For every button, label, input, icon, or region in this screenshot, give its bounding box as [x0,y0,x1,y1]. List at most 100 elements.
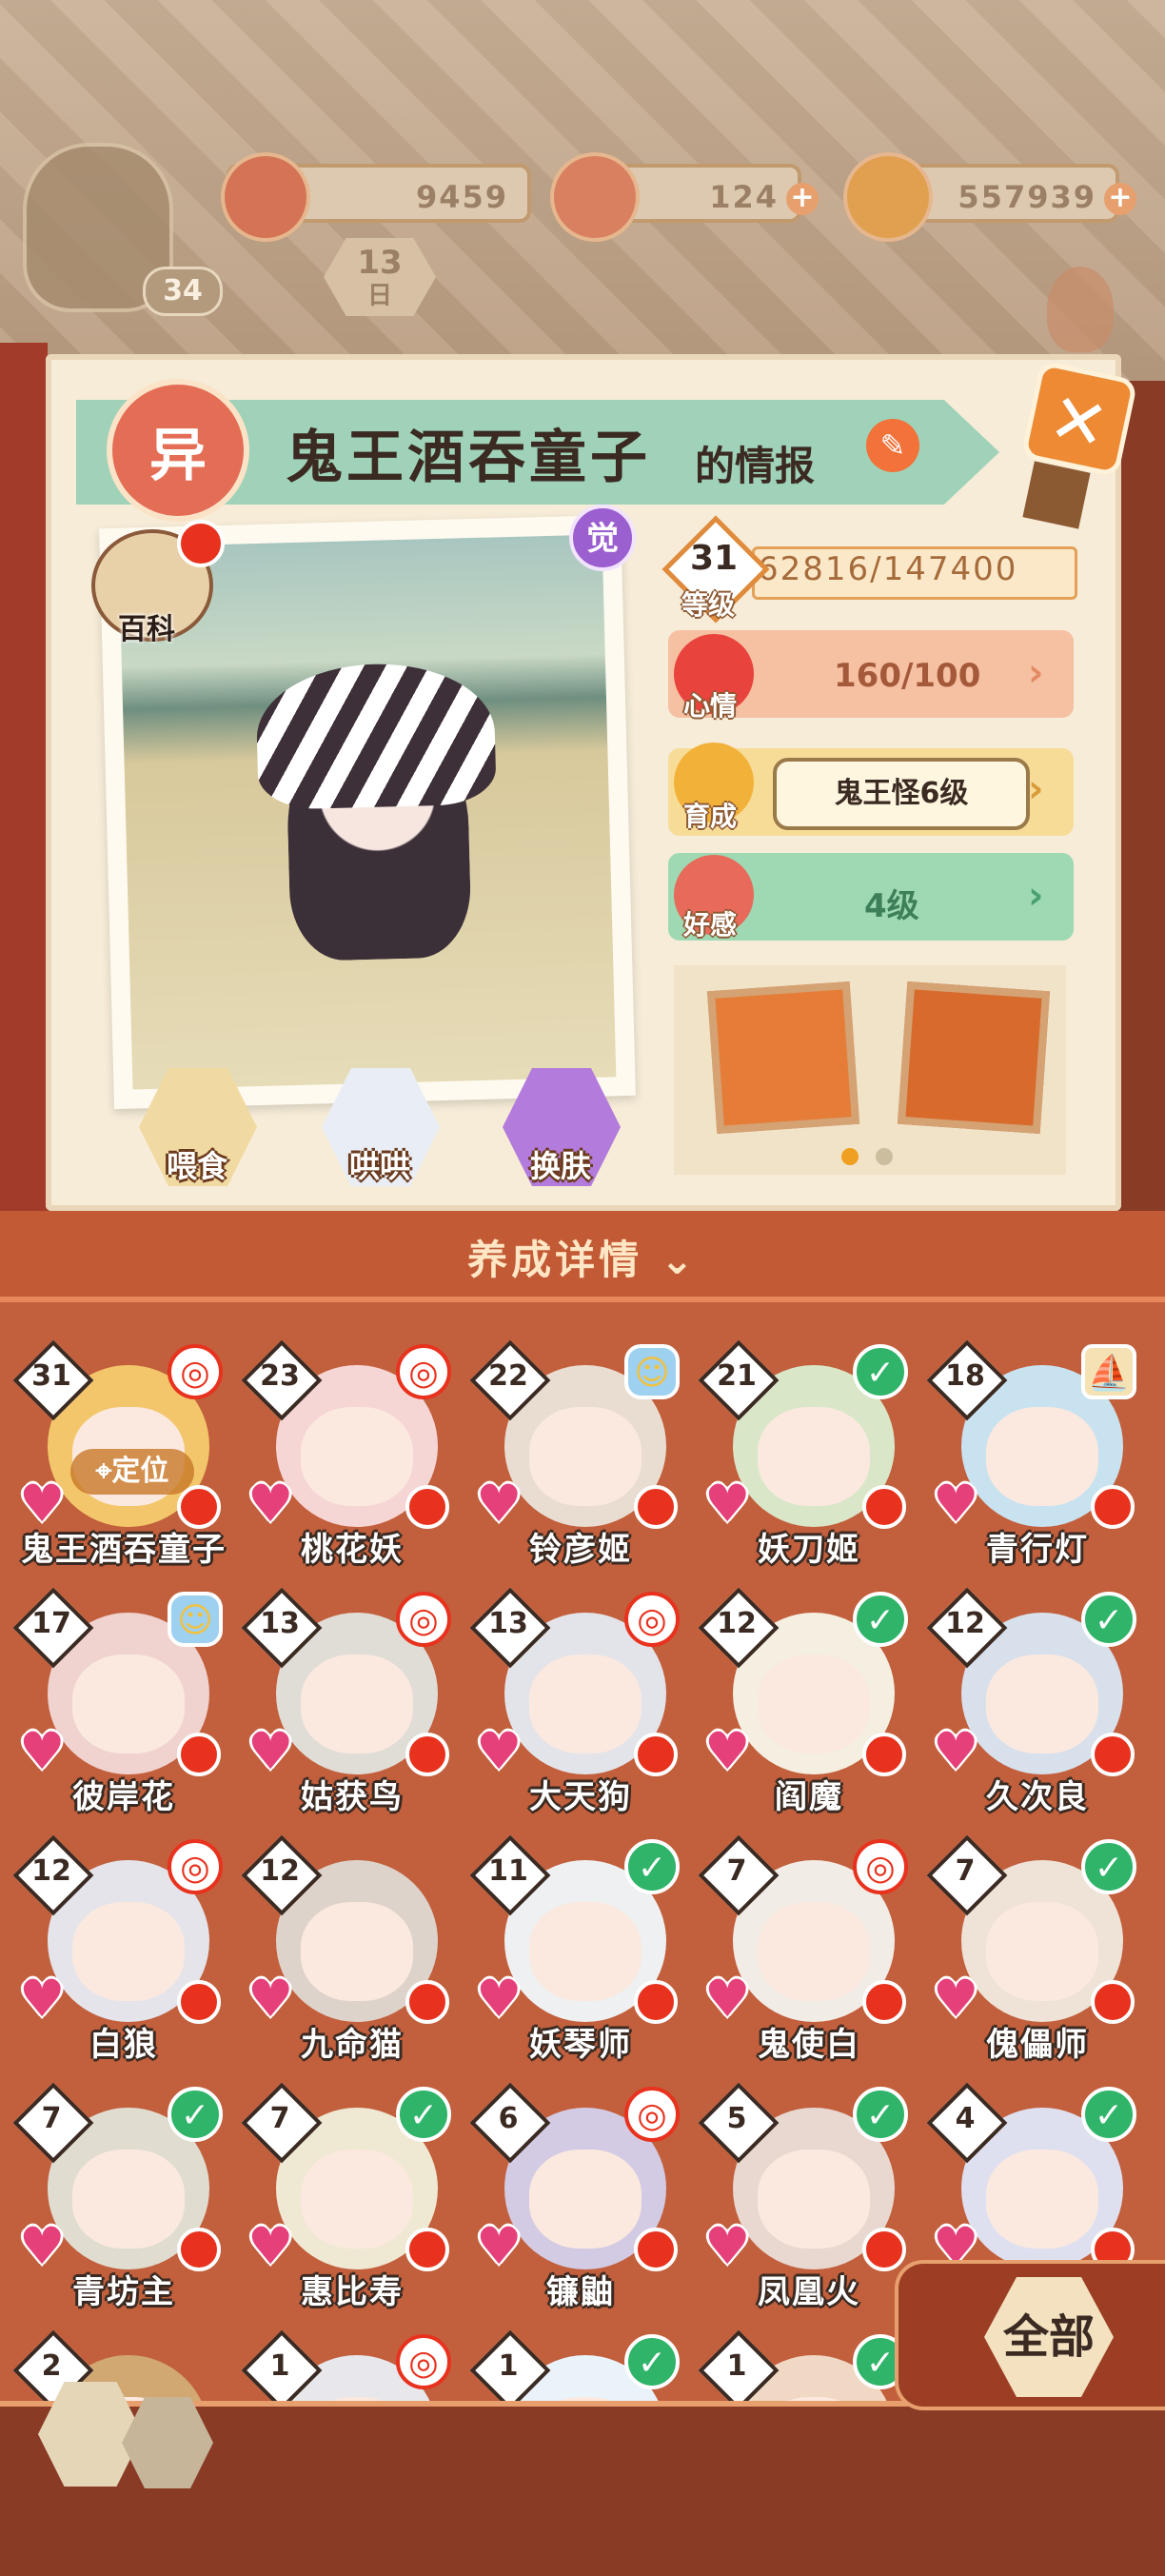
chevron-right-icon: › [1028,874,1044,918]
character-card[interactable]: 21 ✓ ♥ 妖刀姬 [695,1337,908,1575]
character-name: 青坊主 [72,2273,175,2311]
character-card[interactable]: 23 ◎ ♥ 桃花妖 [238,1337,451,1575]
check-status-icon: ✓ [853,1592,908,1647]
favorite-food-card[interactable] [706,981,860,1135]
mood-label: 心情 [683,690,738,722]
character-level: 4 [955,2102,976,2135]
character-card[interactable]: 17 ☺ ♥ 彼岸花 [10,1584,223,1822]
character-card[interactable]: 7 ◎ ♥ 鬼使白 [695,1832,908,2070]
ring-status-icon: ◎ [396,1344,451,1399]
character-card[interactable]: 11 ✓ ♥ 妖琴师 [466,1832,680,2070]
character-name: 桃花妖 [301,1531,404,1569]
day-unit: 日 [366,282,392,310]
heart-icon: ♥ [704,1969,751,2029]
check-status-icon: ✓ [168,2087,223,2142]
character-level: 2 [41,2349,62,2383]
character-face [758,1655,870,1754]
heart-icon: ♥ [476,1474,523,1534]
ring-status-icon: ◎ [624,1592,680,1647]
heart-icon: ♥ [247,1474,294,1534]
character-face [301,1407,413,1506]
change-skin-label: 换肤 [529,1148,591,1184]
affinity-value: 4级 [864,887,919,925]
character-name: 鬼王酒吞童子 [21,1531,227,1569]
character-card[interactable]: 5 ✓ ♥ 凤凰火 [695,2079,908,2317]
character-level: 18 [945,1359,985,1393]
character-name: 镰鼬 [546,2273,615,2311]
character-face [986,1655,1098,1754]
character-level: 7 [955,1854,976,1888]
add-magatama-button[interactable]: + [786,183,819,215]
character-level: 1 [498,2349,519,2383]
heart-icon: ♥ [704,1474,751,1534]
heart-icon: ♥ [19,1969,66,2029]
ring-status-icon: ◎ [168,1839,223,1894]
player-level-badge: 34 [143,267,223,316]
character-card[interactable]: 7 ✓ ♥ 傀儡师 [923,1832,1136,2070]
coin-icon [843,152,933,242]
awaken-badge: 觉 [569,505,636,571]
close-button[interactable]: ✕ [1020,360,1138,478]
character-card[interactable]: 31 ◎ ⌖定位 ♥ 鬼王酒吞童子 [10,1337,225,1575]
mood-value: 160/100 [834,657,981,695]
character-level: 12 [717,1607,757,1640]
character-card[interactable]: 12 ✓ ♥ 阎魔 [695,1584,908,1822]
character-card[interactable]: 12 ♥ 九命猫 [238,1832,449,2070]
character-card[interactable]: 1 ✓ [695,2327,908,2407]
character-card[interactable]: 7 ✓ ♥ 青坊主 [10,2079,223,2317]
character-face [72,2150,185,2249]
check-status-icon: ✓ [853,2087,908,2142]
character-name: 铃彦姬 [529,1531,632,1569]
page-dot-active [841,1148,859,1165]
character-face [529,2150,642,2249]
check-status-icon: ✓ [624,2334,680,2389]
character-card[interactable]: 1 ✓ [466,2327,680,2407]
character-level: 31 [31,1359,71,1393]
heart-icon: ♥ [704,2216,751,2276]
day-number: 13 [357,244,403,282]
add-coin-button[interactable]: + [1104,183,1136,215]
magatama-icon [550,152,640,242]
character-card[interactable]: 1 ◎ [238,2327,451,2407]
character-card[interactable]: 22 ☺ ♥ 铃彦姬 [466,1337,680,1575]
character-name: 凤凰火 [758,2273,860,2311]
locate-button[interactable]: ⌖定位 [70,1449,194,1495]
coax-label: 哄哄 [348,1148,410,1184]
heart-icon: ♥ [933,1969,979,2029]
check-status-icon: ✓ [1081,1592,1136,1647]
heart-icon: ♥ [476,2216,523,2276]
character-card[interactable]: 7 ✓ ♥ 惠比寿 [238,2079,451,2317]
character-card[interactable]: 12 ◎ ♥ 白狼 [10,1832,223,2070]
feed-label: 喂食 [166,1148,227,1184]
notification-dot [177,520,225,567]
character-card[interactable]: 13 ◎ ♥ 姑获鸟 [238,1584,451,1822]
character-card[interactable]: 6 ◎ ♥ 镰鼬 [466,2079,680,2317]
title-suffix: 的情报 [695,443,816,489]
character-level: 13 [488,1607,528,1640]
character-name: 妖刀姬 [758,1531,860,1569]
heart-icon: ♥ [933,1474,979,1534]
affinity-label: 好感 [683,909,738,941]
character-card[interactable]: 18 ⛵ ♥ 青行灯 [923,1337,1136,1575]
character-level: 6 [498,2102,519,2135]
character-face [529,1407,642,1506]
check-status-icon: ✓ [624,1839,680,1894]
character-grid: 31 ◎ ⌖定位 ♥ 鬼王酒吞童子 23 ◎ ♥ 桃花妖 22 ☺ ♥ 铃彦姬 21 ✓ ♥ 妖刀姬 18 ⛵ ♥ 青行… [0,1297,1165,2407]
heart-icon: ♥ [247,1721,294,1781]
character-card[interactable]: 12 ✓ ♥ 久次良 [923,1584,1136,1822]
section-title[interactable]: 养成详情 ⌄ [0,1228,1165,1286]
character-face [758,2150,870,2249]
check-status-icon: ✓ [1081,2087,1136,2142]
character-card[interactable]: 13 ◎ ♥ 大天狗 [466,1584,680,1822]
character-name: 阎魔 [775,1778,843,1816]
character-face [758,1407,870,1506]
character-face [301,1655,413,1754]
character-level: 23 [260,1359,300,1393]
ring-status-icon: ◎ [396,2334,451,2389]
favorite-item-card[interactable] [897,981,1051,1135]
character-level: 1 [726,2349,747,2383]
character-face [529,1655,642,1754]
chevron-down-icon: ⌄ [660,1237,698,1283]
heart-icon: ♥ [19,1474,66,1534]
edit-pencil-icon[interactable]: ✎ [866,419,919,472]
